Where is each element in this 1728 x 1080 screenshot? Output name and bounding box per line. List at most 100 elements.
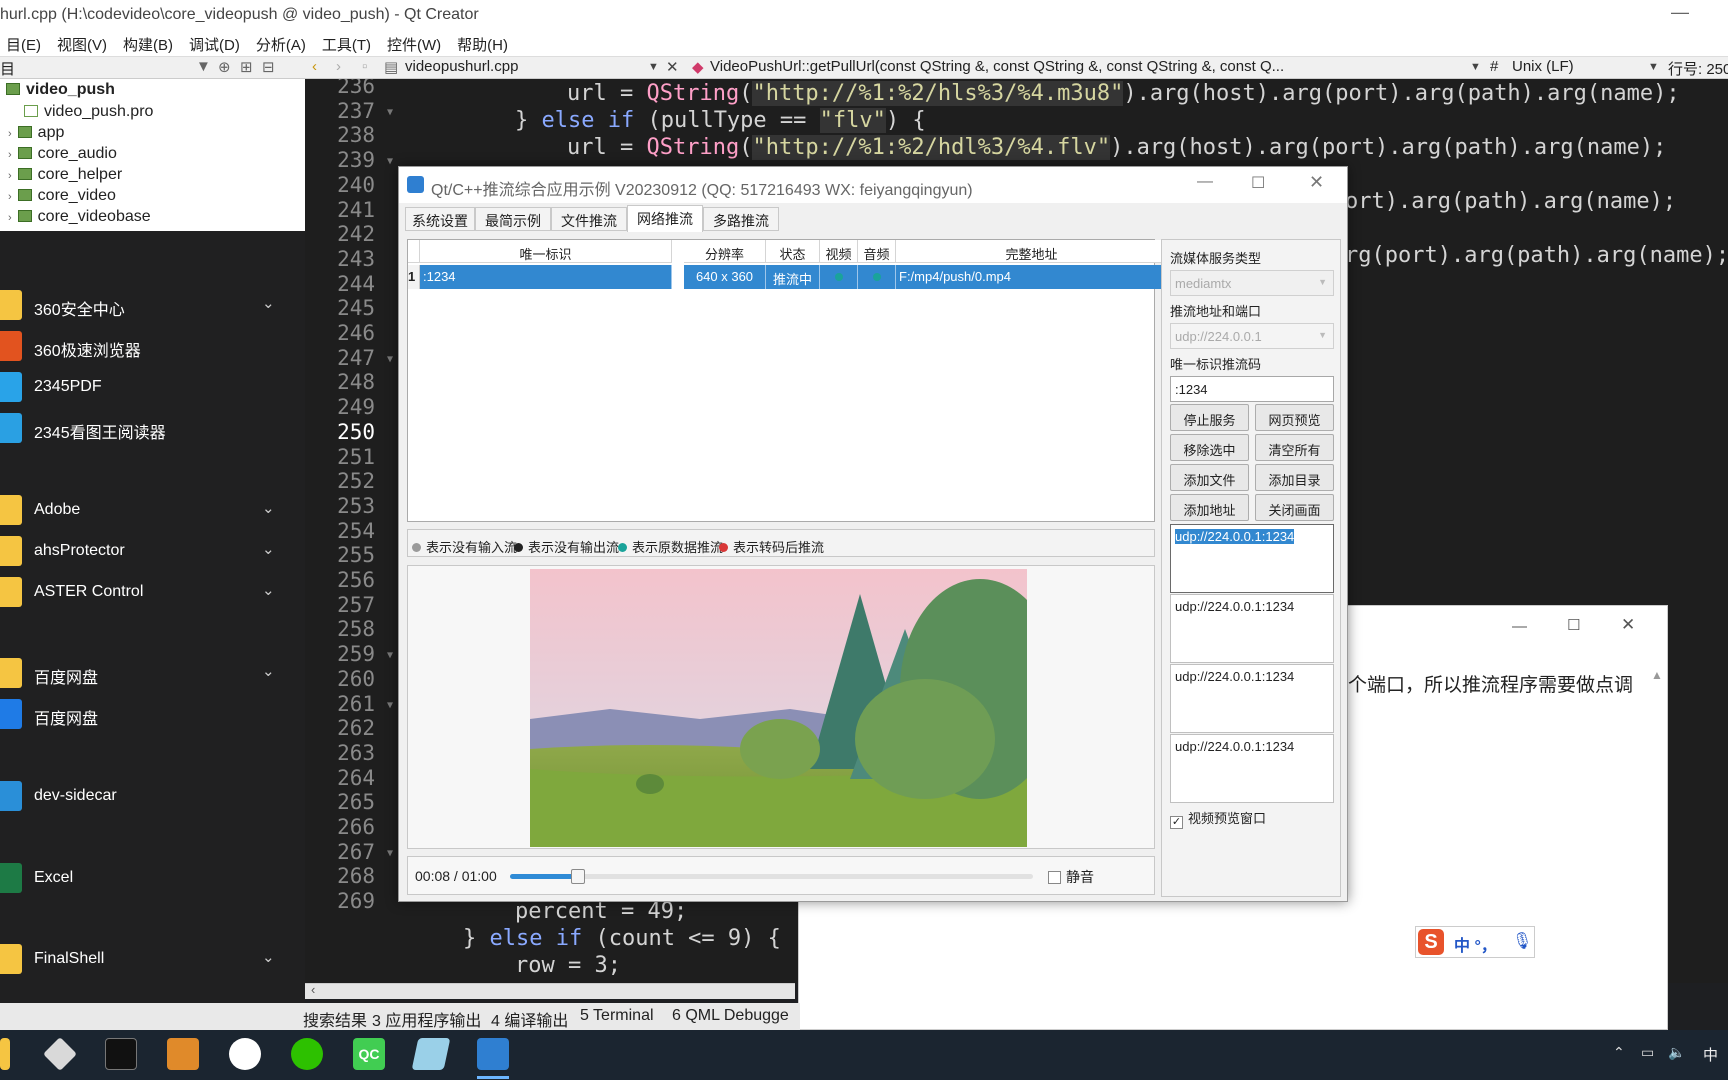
action-button-1[interactable]: 网页预览 <box>1255 404 1334 431</box>
menu-item-3[interactable]: 调试(D) <box>183 30 250 55</box>
menu-item-7[interactable]: 帮助(H) <box>451 30 518 55</box>
start-menu-item[interactable]: Adobe ⌄ <box>0 492 305 528</box>
action-button-2[interactable]: 移除选中 <box>1170 434 1249 461</box>
app-minimize-button[interactable]: — <box>1197 173 1213 191</box>
input-language[interactable]: 中 <box>1703 1044 1718 1065</box>
action-button-4[interactable]: 添加文件 <box>1170 464 1249 491</box>
doc-minimize-button[interactable]: — <box>1512 618 1527 635</box>
mute-checkbox-box[interactable] <box>1048 871 1061 884</box>
fold-marker-icon[interactable]: ▼ <box>387 848 393 859</box>
start-menu-item[interactable]: 360安全中心 ⌄ <box>0 287 305 323</box>
service-type-combo[interactable]: mediamtx ▼ <box>1170 270 1334 296</box>
start-menu-item[interactable]: 360极速浏览器 <box>0 328 305 364</box>
table-header-0[interactable]: 唯一标识 <box>420 240 672 263</box>
seek-handle[interactable] <box>570 869 585 884</box>
start-menu-item[interactable]: 百度网盘 <box>0 696 305 732</box>
table-cell-status[interactable]: 推流中 <box>766 265 820 289</box>
wechat-icon[interactable] <box>291 1038 323 1070</box>
menu-item-6[interactable]: 控件(W) <box>381 30 451 55</box>
doc-close-button[interactable]: ✕ <box>1621 615 1635 635</box>
chevron-down-icon[interactable]: ⌄ <box>262 540 275 558</box>
start-menu-item[interactable]: 2345PDF <box>0 369 305 405</box>
folder-icon[interactable] <box>0 1038 10 1070</box>
preview-checkbox-box[interactable]: ✓ <box>1170 816 1183 829</box>
table-header-4[interactable]: 音频 <box>858 240 896 263</box>
action-button-7[interactable]: 关闭画面 <box>1255 494 1334 521</box>
push-app-taskbar-icon[interactable] <box>477 1038 509 1070</box>
app-maximize-button[interactable]: ☐ <box>1251 173 1265 193</box>
function-dropdown-icon[interactable]: ▼ <box>1470 61 1481 73</box>
fold-marker-icon[interactable]: ▼ <box>387 354 393 365</box>
tree-item[interactable]: › core_videobase <box>8 208 151 230</box>
sublime-icon[interactable] <box>167 1038 199 1070</box>
microphone-icon[interactable]: 🎙 <box>1512 931 1532 951</box>
action-button-0[interactable]: 停止服务 <box>1170 404 1249 431</box>
output-tab[interactable]: 4 编译输出 <box>491 1007 568 1031</box>
doc-scroll-up-icon[interactable]: ▲ <box>1651 668 1663 682</box>
app-close-button[interactable]: ✕ <box>1309 172 1324 193</box>
notepad-icon[interactable] <box>411 1038 451 1070</box>
table-header-3[interactable]: 视频 <box>820 240 858 263</box>
menu-item-1[interactable]: 视图(V) <box>51 30 117 55</box>
seek-track[interactable] <box>510 869 1033 884</box>
start-menu-item[interactable]: FinalShell ⌄ <box>0 941 305 977</box>
output-tab[interactable]: 5 Terminal <box>580 1007 654 1025</box>
menu-item-2[interactable]: 构建(B) <box>117 30 183 55</box>
git-icon[interactable] <box>43 1037 77 1071</box>
start-menu-item[interactable]: Excel <box>0 860 305 896</box>
url-box[interactable]: udp://224.0.0.1:1234 <box>1170 594 1334 663</box>
action-button-6[interactable]: 添加地址 <box>1170 494 1249 521</box>
chevron-right-icon[interactable]: › <box>8 212 12 224</box>
chevron-right-icon[interactable]: › <box>8 170 12 182</box>
back-icon[interactable]: ‹ <box>312 58 317 75</box>
start-menu-item[interactable]: dev-sidecar <box>0 778 305 814</box>
url-box[interactable]: udp://224.0.0.1:1234 <box>1170 734 1334 803</box>
chevron-down-icon[interactable]: ⌄ <box>262 294 275 312</box>
minimize-button[interactable]: — <box>1668 2 1692 26</box>
doc-maximize-button[interactable]: ☐ <box>1567 616 1580 634</box>
qt-creator-icon[interactable]: QC <box>353 1038 385 1070</box>
line-ending[interactable]: Unix (LF) <box>1512 58 1574 75</box>
output-tab[interactable]: 6 QML Debugge <box>672 1007 789 1025</box>
fold-marker-icon[interactable]: ▼ <box>387 156 393 167</box>
start-menu-item[interactable]: ahsProtector ⌄ <box>0 533 305 569</box>
chevron-down-icon[interactable]: ⌄ <box>262 581 275 599</box>
filter-icon[interactable]: ▼ <box>196 58 211 75</box>
push-addr-combo[interactable]: udp://224.0.0.1 ▼ <box>1170 323 1334 349</box>
network-icon[interactable]: ▭ <box>1641 1044 1654 1061</box>
chevron-down-icon[interactable]: ⌄ <box>262 948 275 966</box>
file-dropdown-icon[interactable]: ▼ <box>648 61 659 73</box>
table-cell-audio[interactable] <box>858 265 896 289</box>
id-input[interactable]: :1234 <box>1170 376 1334 402</box>
close-file-icon[interactable]: ✕ <box>666 58 679 76</box>
qq-icon[interactable] <box>229 1038 261 1070</box>
function-selector[interactable]: VideoPushUrl::getPullUrl(const QString &… <box>710 58 1284 75</box>
terminal-icon[interactable] <box>105 1038 137 1070</box>
editor-horizontal-scrollbar[interactable]: ‹ <box>305 982 795 999</box>
preview-checkbox[interactable]: ✓ 视频预览窗口 <box>1170 808 1266 829</box>
tree-item[interactable]: › core_audio <box>8 145 117 167</box>
table-cell-address[interactable]: F:/mp4/push/0.mp4 <box>896 265 1168 289</box>
file-tab[interactable]: videopushurl.cpp <box>405 58 518 75</box>
volume-icon[interactable]: 🔈 <box>1668 1044 1685 1061</box>
table-header-1[interactable]: 分辨率 <box>684 240 766 263</box>
output-tab[interactable]: 3 应用程序输出 <box>372 1007 481 1031</box>
url-box[interactable]: udp://224.0.0.1:1234 <box>1170 524 1334 593</box>
table-cell-video[interactable] <box>820 265 858 289</box>
chevron-right-icon[interactable]: › <box>8 128 12 140</box>
fold-marker-icon[interactable]: ▼ <box>387 700 393 711</box>
start-menu-item[interactable]: 2345看图王阅读器 <box>0 410 305 446</box>
tree-item[interactable]: › core_helper <box>8 166 122 188</box>
output-tab[interactable]: 搜索结果 <box>303 1007 367 1031</box>
tab-0[interactable]: 系统设置 <box>405 207 475 231</box>
fold-marker-icon[interactable]: ▼ <box>387 650 393 661</box>
chevron-down-icon[interactable]: ⌄ <box>262 499 275 517</box>
table-cell-resolution[interactable]: 640 x 360 <box>684 265 766 289</box>
tree-item[interactable]: video_push <box>6 81 115 103</box>
row-header[interactable]: 1 <box>408 265 420 289</box>
video-preview[interactable] <box>530 569 1027 847</box>
action-button-3[interactable]: 清空所有 <box>1255 434 1334 461</box>
tab-3[interactable]: 网络推流 <box>627 205 703 232</box>
chevron-right-icon[interactable]: › <box>8 149 12 161</box>
stream-table[interactable]: 唯一标识 分辨率 状态 视频 音频 完整地址 1:1234 640 x 360 推流中 F:/mp… <box>407 239 1168 522</box>
